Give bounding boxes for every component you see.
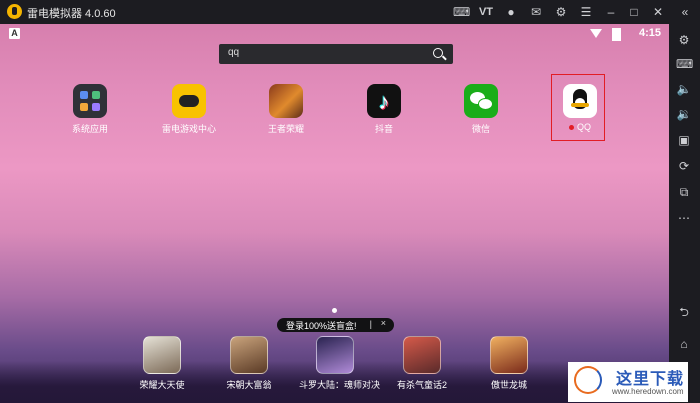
gamepad-icon [172,84,206,118]
app-label: 抖音 [374,124,393,134]
banner-divider: | [369,319,372,329]
settings-icon[interactable]: ⚙ [553,4,569,20]
notification-icon: A [9,28,20,39]
dock-app[interactable]: 荣耀大天使 [126,336,198,391]
app-logo-icon [7,4,22,19]
clock: 4:15 [638,27,661,39]
gamepad-icon[interactable]: ⌨ [453,4,470,20]
wifi-icon [590,29,602,38]
game-icon [490,336,528,374]
app-system[interactable]: 系统应用 [55,84,125,135]
menu-icon[interactable]: ☰ [578,4,594,20]
volume-down-icon[interactable]: 🔉 [676,106,692,122]
close-icon[interactable]: × [381,318,386,328]
honor-of-kings-icon [269,84,303,118]
app-label: 有杀气童话2 [396,380,447,390]
app-label: 微信 [471,124,490,134]
more-icon[interactable]: ⋯ [676,210,692,226]
app-ld-game-center[interactable]: 雷电游戏中心 [154,84,224,135]
app-label: 宋朝大富翁 [226,380,272,390]
page-indicator [332,308,337,313]
game-icon [403,336,441,374]
dock-app[interactable]: 傲世龙城 [473,336,545,391]
dock-app[interactable]: 斗罗大陆：魂师对决 [299,336,381,391]
watermark-name: 这里下载 [616,371,685,388]
close-icon[interactable]: ✕ [650,4,666,20]
screenshot-icon[interactable]: ▣ [676,132,692,148]
search-icon[interactable] [433,48,443,58]
collapse-icon[interactable]: « [677,4,693,20]
selection-highlight [551,74,605,141]
home-icon[interactable]: ⌂ [676,336,692,352]
app-label: 系统应用 [71,124,108,134]
title-bar: 雷电模拟器 4.0.60 ⌨ VT ● ✉ ⚙ ☰ – □ ✕ « [0,0,700,24]
promo-banner[interactable]: 登录100%送盲盒! | × [277,318,394,332]
promo-text: 登录100%送盲盒! [286,321,357,331]
multi-window-icon[interactable]: ⧉ [676,184,692,200]
app-wechat[interactable]: 微信 [446,84,516,135]
app-label: 斗罗大陆：魂师对决 [299,380,381,390]
system-apps-icon [73,84,107,118]
game-icon [230,336,268,374]
search-input[interactable]: qq [219,44,453,64]
game-icon [143,336,181,374]
dock-app[interactable]: 有杀气童话2 [386,336,458,391]
emulator-screen: A 4:15 qq 系统应用 雷电游戏中心 王者荣耀 抖音 微信 QQ 登录1 [0,24,669,403]
watermark-logo-icon [574,366,602,394]
mail-icon[interactable]: ✉ [528,4,544,20]
app-label: 傲世龙城 [490,380,527,390]
dock-app[interactable]: 宋朝大富翁 [213,336,285,391]
minimize-icon[interactable]: – [603,4,619,20]
user-icon[interactable]: ● [503,4,519,20]
battery-icon [612,28,621,41]
settings-icon[interactable]: ⚙ [676,32,692,48]
volume-up-icon[interactable]: 🔈 [676,81,692,97]
back-icon[interactable]: ⮌ [676,304,692,320]
douyin-icon [367,84,401,118]
search-text: qq [228,47,240,58]
game-icon [316,336,354,374]
keyboard-icon[interactable]: ⌨ [676,56,693,72]
watermark: 这里下载 www.heredown.com [568,362,688,402]
rotate-icon[interactable]: ⟳ [676,158,692,174]
status-bar: A 4:15 [0,24,669,44]
app-label: 荣耀大天使 [139,380,185,390]
app-label: 雷电游戏中心 [161,124,216,134]
app-douyin[interactable]: 抖音 [349,84,419,135]
vt-icon[interactable]: VT [478,4,494,20]
maximize-icon[interactable]: □ [626,4,642,20]
app-label: 王者荣耀 [267,124,304,134]
app-honor-of-kings[interactable]: 王者荣耀 [251,84,321,135]
wechat-icon [464,84,498,118]
emulator-sidebar: ⚙ ⌨ 🔈 🔉 ▣ ⟳ ⧉ ⋯ ⮌ ⌂ [669,24,700,403]
watermark-url: www.heredown.com [612,387,684,396]
window-title: 雷电模拟器 4.0.60 [27,8,116,20]
